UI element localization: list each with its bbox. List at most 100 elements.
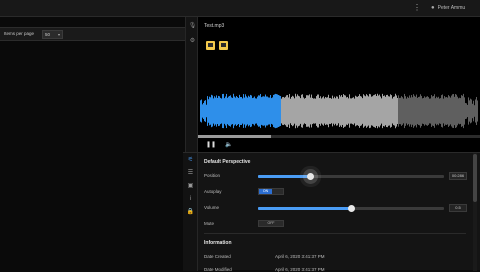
waveform-bar [212,95,213,127]
waveform-bar [329,98,330,124]
waveform-bar [215,97,216,125]
waveform-bar [445,97,446,125]
waveform-bar [213,98,214,124]
volume-slider-handle[interactable] [347,205,355,212]
waveform-bar [251,95,252,127]
waveform-bar [424,96,425,126]
waveform-bar [332,95,333,127]
waveform-bar [311,94,312,128]
waveform-bar [303,97,304,125]
waveform-bar [466,103,467,119]
sliders-icon[interactable]: ⚟ [186,156,195,165]
waveform-bar [261,97,262,125]
waveform-bar [341,95,342,127]
divider [204,233,466,234]
waveform-bar [237,97,238,125]
info-icon[interactable]: i [186,195,195,204]
waveform-bar [462,95,463,127]
waveform-bar [241,96,242,126]
items-per-page-select[interactable]: 50 ▾ [42,30,63,39]
waveform-bar [401,96,402,126]
waveform-bar [318,94,319,128]
waveform-bar [218,95,219,127]
waveform-bar [464,97,465,125]
waveform-bar [381,98,382,124]
waveform-bar [242,98,243,124]
mute-toggle[interactable]: OFF [258,220,284,227]
thumbnail-icon[interactable] [219,41,228,50]
waveform-bar [458,98,459,124]
waveform-bar [269,97,270,125]
waveform-bar [207,96,208,126]
waveform-bar [433,95,434,127]
image-icon[interactable]: ▣ [186,182,195,191]
waveform-bar [278,94,279,128]
waveform-bar [252,98,253,124]
waveform-bar [422,98,423,124]
waveform-bar [273,94,274,128]
waveform-bar [314,98,315,124]
waveform-bar [258,95,259,127]
waveform-bar [434,94,435,128]
waveform-bar [450,97,451,125]
waveform-bar [441,95,442,127]
waveform-bar [331,98,332,124]
waveform-bar [471,99,472,123]
audio-waveform[interactable] [200,92,478,130]
waveform-bar [372,96,373,126]
waveform-bar [268,97,269,125]
asset-list-panel: Items per page 50 ▾ [0,17,185,270]
waveform-bar [285,96,286,126]
more-vertical-icon[interactable]: ⋮ [412,3,422,13]
volume-value[interactable]: 0.5 [449,204,467,212]
waveform-bar [460,98,461,124]
waveform-bar [408,97,409,125]
position-slider-handle[interactable] [306,173,314,180]
waveform-bar [291,96,292,126]
waveform-bar [340,96,341,126]
volume-icon[interactable]: 🔈 [225,141,233,149]
waveform-bar [432,96,433,126]
waveform-bar [396,95,397,127]
waveform-bar [227,97,228,125]
properties-scrollbar[interactable] [473,153,477,271]
waveform-bar [256,98,257,124]
items-per-page-value: 50 [45,32,51,37]
scrollbar-thumb[interactable] [473,154,477,202]
pause-icon[interactable]: ❚❚ [206,141,216,149]
waveform-bar [300,98,301,124]
waveform-bar [335,98,336,124]
waveform-bar [219,96,220,126]
waveform-bar [469,100,470,122]
volume-slider[interactable] [258,205,444,212]
waveform-bar [231,97,232,125]
waveform-bar [476,96,477,126]
playback-progress-bar[interactable] [198,135,480,138]
waveform-bar [344,95,345,127]
position-value[interactable]: 00:286 [449,172,467,180]
user-menu[interactable]: ● Peter Ammu [431,2,465,14]
waveform-bar [247,97,248,125]
list-icon[interactable]: ☰ [186,169,195,178]
waveform-bar [321,98,322,124]
position-slider[interactable] [258,173,444,180]
waveform-bar [365,96,366,126]
waveform-bar [287,95,288,127]
microphone-icon[interactable]: 🎙 [188,22,197,31]
waveform-bar [419,96,420,126]
gear-icon[interactable]: ⚙ [188,37,197,46]
waveform-bar [427,96,428,126]
waveform-bar [366,94,367,128]
waveform-bar [234,96,235,126]
waveform-bar [308,95,309,127]
waveform-bar [222,94,223,128]
waveform-bar [440,98,441,124]
lock-icon[interactable]: 🔒 [186,208,195,217]
waveform-bar [226,93,227,129]
waveform-bar [351,98,352,124]
waveform-bar [437,97,438,125]
autoplay-toggle[interactable]: ON [258,188,284,195]
waveform-bar [447,97,448,125]
waveform-bar [449,96,450,126]
thumbnail-icon[interactable] [206,41,215,50]
